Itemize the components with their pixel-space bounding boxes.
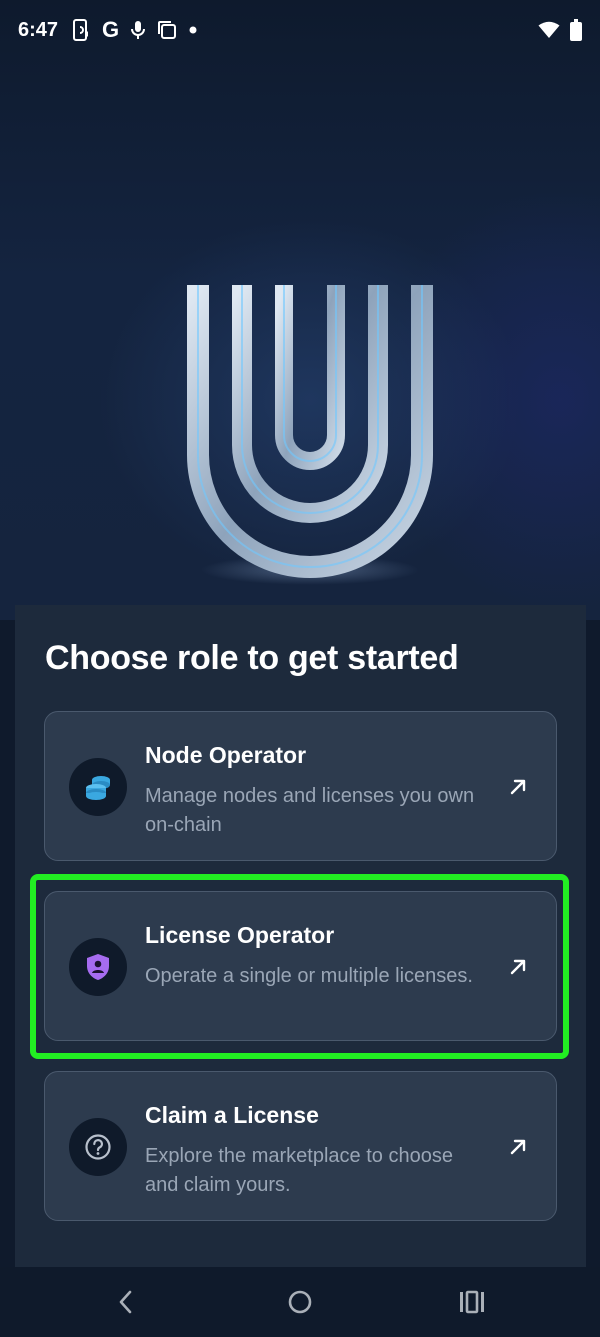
mic-icon — [131, 20, 146, 40]
system-nav-bar — [0, 1267, 600, 1337]
arrow-up-right-icon — [508, 777, 528, 797]
arrow-up-right-icon — [508, 1137, 528, 1157]
question-circle-icon — [69, 1118, 127, 1176]
claim-license-card[interactable]: Claim a License Explore the marketplace … — [44, 1071, 557, 1221]
coin-stack-icon — [69, 758, 127, 816]
home-icon[interactable] — [280, 1285, 320, 1319]
recents-icon[interactable] — [452, 1285, 492, 1319]
card-title: Claim a License — [145, 1102, 319, 1128]
battery-icon — [570, 19, 582, 41]
phone-sync-icon — [72, 19, 90, 41]
page-title: Choose role to get started — [45, 639, 459, 677]
node-operator-card[interactable]: Node Operator Manage nodes and licenses … — [44, 711, 557, 861]
card-description: Manage nodes and licenses you own on-cha… — [145, 785, 475, 836]
back-icon[interactable] — [106, 1285, 146, 1319]
status-time: 6:47 — [18, 18, 59, 41]
wifi-icon — [538, 21, 560, 39]
google-icon: G — [102, 17, 120, 42]
card-title: Node Operator — [145, 742, 307, 768]
selection-highlight — [30, 874, 569, 1059]
u-logo — [170, 265, 450, 585]
status-bar: 6:47 G — [0, 0, 600, 60]
card-description: Explore the marketplace to choose and cl… — [145, 1145, 453, 1196]
copy-icon — [157, 20, 177, 40]
dot-icon — [189, 26, 197, 34]
